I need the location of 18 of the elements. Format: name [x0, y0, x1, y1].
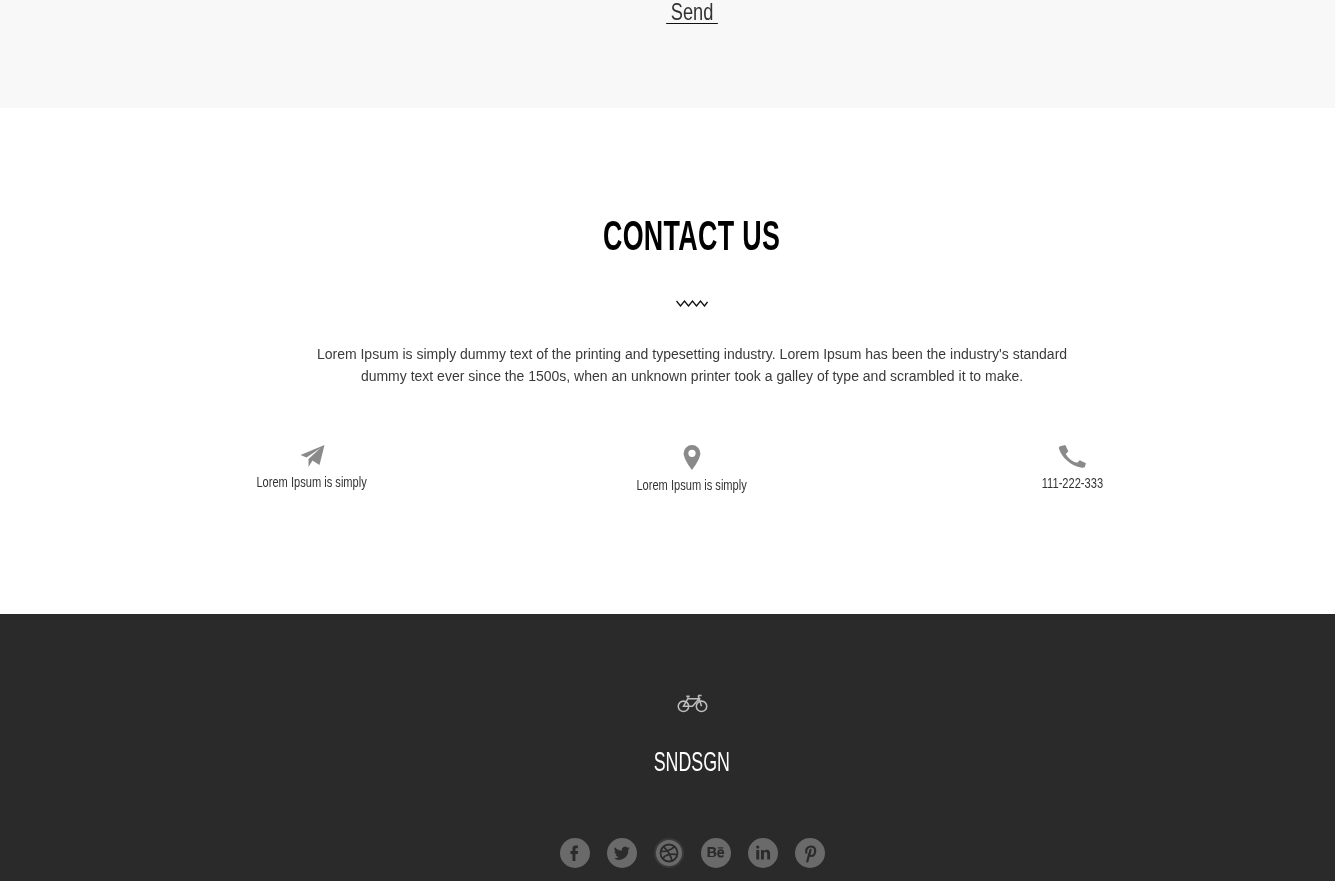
section-title: CONTACT US — [603, 214, 781, 258]
brand-name: SNDSGN — [653, 747, 731, 777]
facebook-icon[interactable] — [559, 838, 590, 868]
behance-icon[interactable] — [700, 838, 731, 868]
send-button[interactable]: Send — [666, 0, 718, 24]
phone-handset-icon — [1057, 445, 1087, 468]
contact-info-text: 111-222-333 — [1041, 474, 1103, 492]
twitter-icon[interactable] — [606, 838, 637, 868]
bicycle-icon — [676, 694, 708, 713]
zigzag-divider-icon — [676, 300, 708, 307]
pinterest-icon[interactable] — [794, 838, 825, 868]
paper-plane-icon — [299, 445, 325, 467]
map-pin-icon — [683, 445, 701, 470]
linkedin-icon[interactable] — [747, 838, 778, 868]
contact-info-text: Lorem Ipsum is simply — [636, 476, 748, 494]
description-text: Lorem Ipsum is simply dummy text of the printing and typesetting industry. Lorem Ipsum has been the industry's standard dummy text ever since the 1500s, when an unknown printer took a galley of type and scrambled it to make. — [315, 345, 1069, 386]
contact-info-text: Lorem Ipsum is simply — [256, 473, 368, 491]
dribbble-icon[interactable] — [653, 838, 684, 868]
